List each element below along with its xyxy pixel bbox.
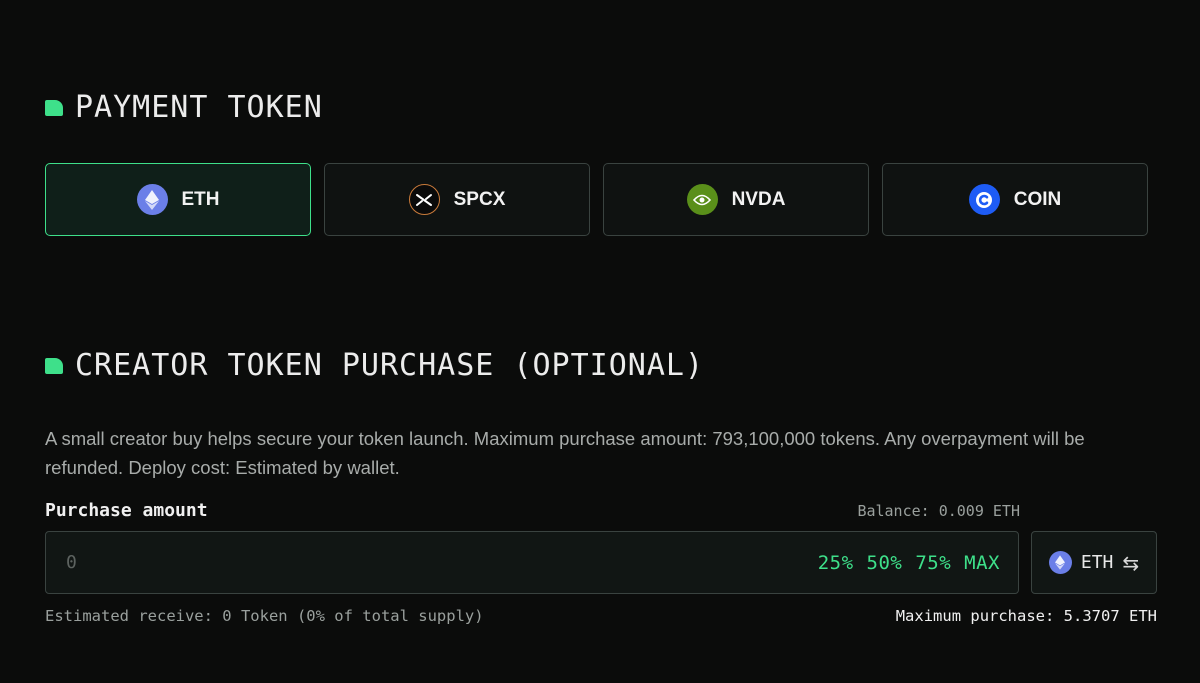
purchase-amount-field: 25% 50% 75% MAX bbox=[45, 531, 1019, 594]
token-option-coin[interactable]: COIN bbox=[882, 163, 1148, 236]
token-label: ETH bbox=[181, 188, 220, 210]
max-button[interactable]: MAX bbox=[964, 552, 1000, 574]
token-label: COIN bbox=[1013, 188, 1062, 210]
spacex-icon bbox=[408, 184, 440, 215]
coinbase-icon bbox=[968, 184, 1000, 215]
currency-toggle-button[interactable]: ETH ⇆ bbox=[1031, 531, 1157, 594]
purchase-label-row: Purchase amount Balance: 0.009 ETH bbox=[45, 500, 1020, 521]
creator-purchase-heading: CREATOR TOKEN PURCHASE (OPTIONAL) bbox=[45, 348, 704, 383]
ethereum-icon bbox=[1048, 551, 1072, 574]
section-marker-icon bbox=[45, 99, 63, 116]
purchase-footer: Estimated receive: 0 Token (0% of total … bbox=[45, 607, 1157, 625]
currency-label: ETH bbox=[1080, 552, 1114, 573]
token-option-eth[interactable]: ETH bbox=[45, 163, 311, 236]
nvidia-icon bbox=[686, 184, 718, 215]
token-label: SPCX bbox=[453, 188, 506, 210]
token-option-nvda[interactable]: NVDA bbox=[603, 163, 869, 236]
payment-token-heading: PAYMENT TOKEN bbox=[45, 90, 323, 125]
balance-text: Balance: 0.009 ETH bbox=[857, 502, 1020, 520]
payment-token-title: PAYMENT TOKEN bbox=[75, 90, 323, 125]
swap-arrows-icon: ⇆ bbox=[1122, 550, 1140, 575]
percent-shortcuts: 25% 50% 75% MAX bbox=[818, 552, 1000, 574]
percent-50-button[interactable]: 50% bbox=[867, 552, 903, 574]
purchase-amount-input[interactable] bbox=[66, 552, 466, 573]
section-marker-icon bbox=[45, 357, 63, 374]
payment-token-options: ETH SPCX NVDA COIN bbox=[45, 163, 1148, 236]
purchase-amount-label: Purchase amount bbox=[45, 500, 208, 521]
token-label: NVDA bbox=[731, 188, 786, 210]
percent-75-button[interactable]: 75% bbox=[915, 552, 951, 574]
maximum-purchase-text: Maximum purchase: 5.3707 ETH bbox=[895, 607, 1157, 625]
creator-purchase-title: CREATOR TOKEN PURCHASE (OPTIONAL) bbox=[75, 348, 705, 383]
estimated-receive-text: Estimated receive: 0 Token (0% of total … bbox=[45, 607, 484, 625]
percent-25-button[interactable]: 25% bbox=[818, 552, 854, 574]
token-option-spcx[interactable]: SPCX bbox=[324, 163, 590, 236]
creator-purchase-description: A small creator buy helps secure your to… bbox=[45, 428, 1085, 478]
ethereum-icon bbox=[136, 184, 168, 215]
